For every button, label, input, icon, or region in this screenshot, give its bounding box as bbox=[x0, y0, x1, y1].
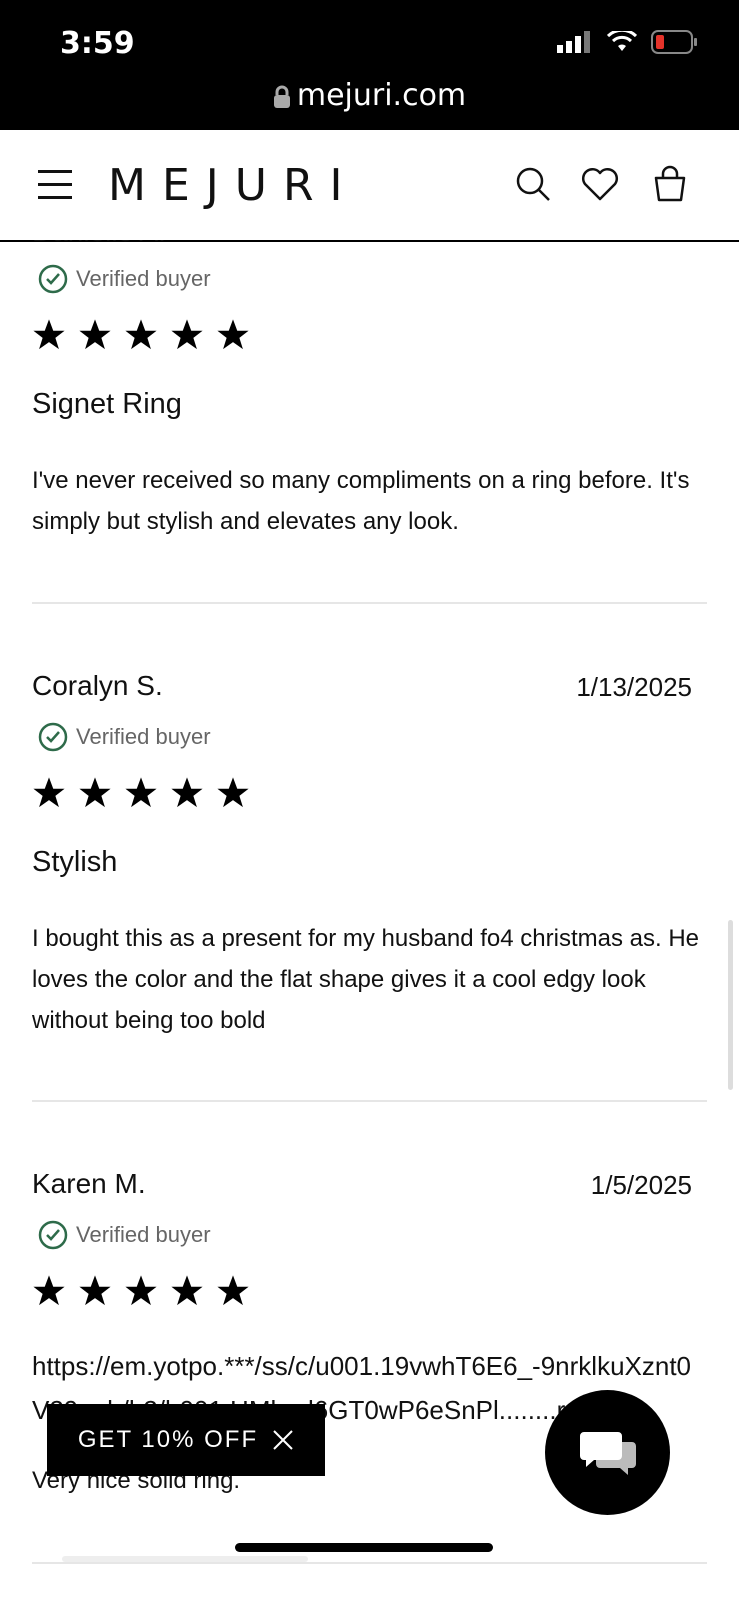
review-date: 1/13/2025 bbox=[576, 672, 692, 702]
star-icon bbox=[33, 1275, 65, 1306]
verified-badge: Verified buyer bbox=[38, 1220, 211, 1250]
battery-low-icon bbox=[651, 30, 697, 54]
site-header: MEJURI bbox=[0, 130, 739, 242]
signal-icon bbox=[557, 31, 590, 53]
star-icon bbox=[79, 319, 111, 350]
status-icons bbox=[557, 30, 699, 54]
brand-logo[interactable]: MEJURI bbox=[108, 160, 359, 211]
lock-icon bbox=[273, 85, 290, 108]
review-divider bbox=[32, 602, 707, 604]
star-rating bbox=[32, 776, 250, 810]
star-icon bbox=[33, 777, 65, 808]
close-icon[interactable] bbox=[272, 1429, 294, 1451]
star-rating bbox=[32, 1274, 250, 1308]
star-icon bbox=[125, 319, 157, 350]
scroll-indicator bbox=[62, 1556, 308, 1562]
star-icon bbox=[125, 777, 157, 808]
scrollbar[interactable] bbox=[728, 920, 733, 1090]
verified-badge: Verified buyer bbox=[38, 722, 211, 752]
check-circle-icon bbox=[38, 264, 68, 294]
hamburger-icon[interactable] bbox=[38, 170, 72, 199]
check-circle-icon bbox=[38, 722, 68, 752]
search-icon[interactable] bbox=[513, 164, 553, 204]
status-bar: 3:59 mejuri.com bbox=[0, 0, 739, 130]
star-icon bbox=[79, 1275, 111, 1306]
star-icon bbox=[79, 777, 111, 808]
review-title: Signet Ring bbox=[32, 388, 182, 420]
star-icon bbox=[217, 319, 249, 350]
star-icon bbox=[125, 1275, 157, 1306]
star-icon bbox=[217, 777, 249, 808]
review-link-line[interactable]: https://em.yotpo.***/ss/c/u001.19vwhT6E6… bbox=[32, 1344, 739, 1388]
chat-bubbles-icon bbox=[579, 1431, 636, 1475]
reviewer-name: Karen M. bbox=[32, 1168, 146, 1199]
url-text: mejuri.com bbox=[296, 78, 467, 113]
verified-label: Verified buyer bbox=[76, 266, 211, 291]
review-divider bbox=[32, 1562, 707, 1564]
star-icon bbox=[33, 319, 65, 350]
home-indicator[interactable] bbox=[235, 1543, 493, 1552]
chat-button[interactable] bbox=[545, 1390, 670, 1515]
review-date: 1/5/2025 bbox=[590, 1170, 692, 1200]
star-icon bbox=[171, 1275, 203, 1306]
star-icon bbox=[217, 1275, 249, 1306]
clock-time: 3:59 bbox=[60, 26, 135, 61]
heart-icon[interactable] bbox=[580, 164, 620, 204]
discount-promo-button[interactable]: GET 10% OFF bbox=[47, 1404, 325, 1476]
check-circle-icon bbox=[38, 1220, 68, 1250]
review-body: I bought this as a present for my husban… bbox=[32, 925, 700, 1034]
reviewer-name: Danielle A. bbox=[32, 240, 166, 248]
verified-label: Verified buyer bbox=[76, 1222, 211, 1247]
star-rating bbox=[32, 318, 250, 352]
verified-badge: Verified buyer bbox=[38, 264, 211, 294]
review-divider bbox=[32, 1100, 707, 1102]
reviewer-name: Coralyn S. bbox=[32, 670, 163, 701]
review-title: Stylish bbox=[32, 846, 118, 878]
star-icon bbox=[171, 319, 203, 350]
promo-label: GET 10% OFF bbox=[77, 1426, 259, 1453]
shopping-bag-icon[interactable] bbox=[650, 164, 690, 204]
star-icon bbox=[171, 777, 203, 808]
address-bar[interactable]: mejuri.com bbox=[0, 78, 739, 113]
verified-label: Verified buyer bbox=[76, 724, 211, 749]
wifi-icon bbox=[607, 31, 637, 51]
review-body: I've never received so many compliments … bbox=[32, 467, 690, 535]
